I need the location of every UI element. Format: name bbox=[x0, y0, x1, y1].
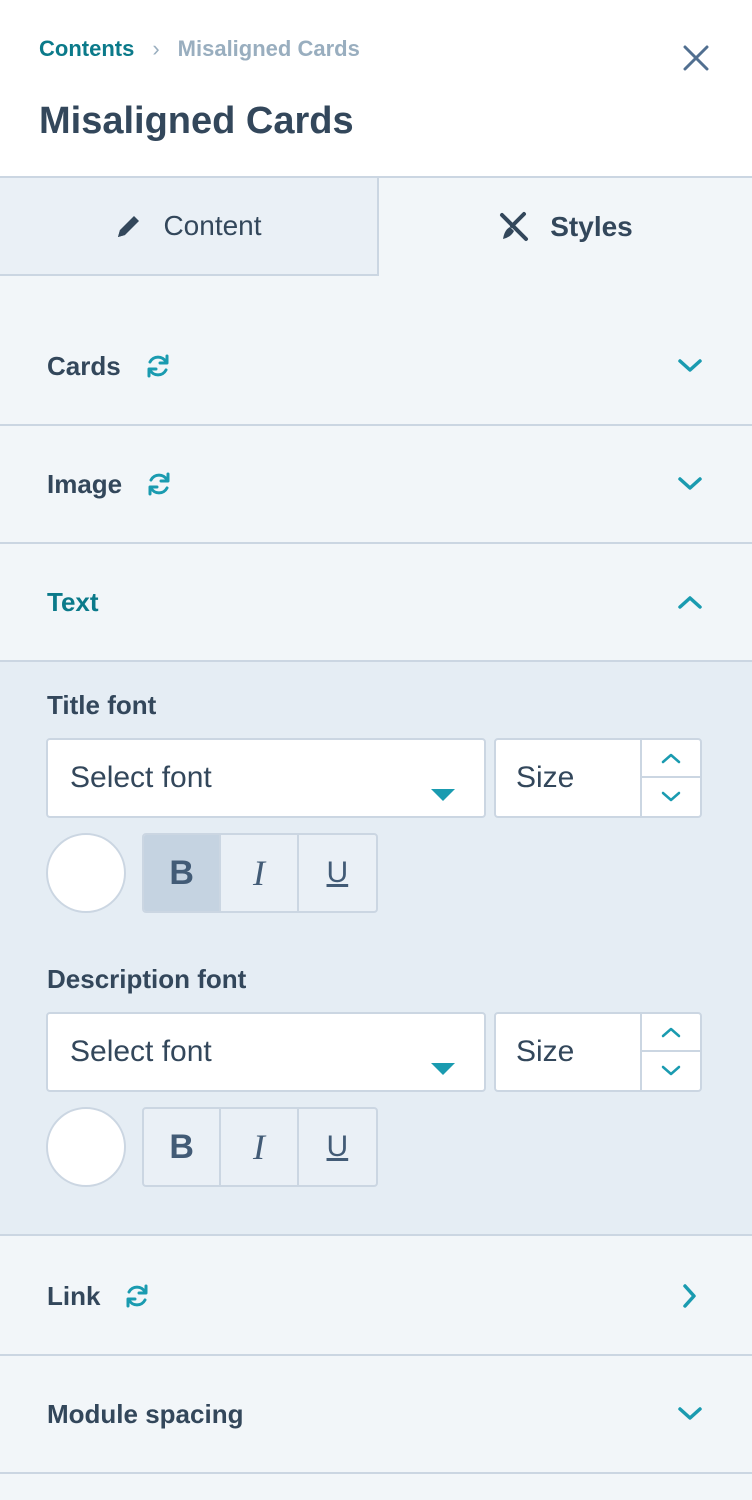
chevron-down-icon bbox=[672, 308, 708, 424]
bold-button[interactable]: B bbox=[144, 1109, 222, 1185]
description-font-select[interactable]: Select font bbox=[46, 1012, 486, 1092]
title-font-size-input[interactable]: Size bbox=[516, 740, 636, 816]
title-font-select-value: Select font bbox=[70, 761, 212, 794]
paint-brush-ruler-icon bbox=[500, 212, 529, 241]
breadcrumb-link-contents[interactable]: Contents bbox=[39, 36, 134, 62]
chevron-down-icon bbox=[661, 791, 681, 802]
sync-icon bbox=[146, 471, 172, 497]
breadcrumb-current: Misaligned Cards bbox=[177, 36, 360, 61]
section-module-spacing-label: Module spacing bbox=[47, 1398, 244, 1429]
chevron-down-icon bbox=[672, 1356, 708, 1472]
section-image-label: Image bbox=[47, 468, 123, 499]
sync-icon bbox=[124, 1283, 150, 1309]
size-increment-button[interactable] bbox=[642, 740, 700, 778]
sync-icon bbox=[145, 353, 171, 379]
tab-content-label: Content bbox=[163, 210, 262, 241]
size-increment-button[interactable] bbox=[642, 1014, 700, 1052]
section-module-spacing[interactable]: Module spacing bbox=[0, 1356, 752, 1474]
size-decrement-button[interactable] bbox=[642, 1052, 700, 1090]
panel-header: Contents › Misaligned Cards Misaligned C… bbox=[0, 0, 752, 178]
chevron-down-icon bbox=[672, 426, 708, 542]
section-cards[interactable]: Cards bbox=[0, 308, 752, 426]
size-decrement-button[interactable] bbox=[642, 778, 700, 816]
chevron-right-icon bbox=[672, 1238, 708, 1354]
section-link[interactable]: Link bbox=[0, 1238, 752, 1356]
description-font-select-value: Select font bbox=[70, 1035, 212, 1068]
close-button[interactable] bbox=[676, 38, 716, 78]
description-font-size-input[interactable]: Size bbox=[516, 1014, 636, 1090]
bold-button[interactable]: B bbox=[144, 835, 222, 911]
pencil-icon bbox=[118, 216, 140, 237]
chevron-up-icon bbox=[672, 544, 708, 660]
breadcrumb-separator: › bbox=[152, 36, 160, 61]
section-cards-label: Cards bbox=[47, 350, 121, 381]
underline-button[interactable]: U bbox=[299, 835, 376, 911]
title-font-format-group: B I U bbox=[142, 833, 378, 913]
chevron-up-icon bbox=[661, 753, 681, 764]
description-font-format-group: B I U bbox=[142, 1107, 378, 1187]
section-link-label: Link bbox=[47, 1280, 101, 1311]
description-font-label: Description font bbox=[47, 964, 247, 994]
page-title: Misaligned Cards bbox=[39, 100, 354, 142]
section-text-label: Text bbox=[47, 586, 99, 617]
caret-down-icon bbox=[430, 1050, 456, 1084]
chevron-up-icon bbox=[661, 1027, 681, 1038]
title-font-size-field: Size bbox=[494, 738, 702, 818]
title-font-select[interactable]: Select font bbox=[46, 738, 486, 818]
close-icon bbox=[683, 45, 709, 71]
tab-styles[interactable]: Styles bbox=[379, 178, 752, 276]
tab-styles-label: Styles bbox=[550, 211, 633, 242]
underline-button[interactable]: U bbox=[299, 1109, 376, 1185]
breadcrumb: Contents › Misaligned Cards bbox=[39, 36, 360, 62]
section-text[interactable]: Text bbox=[0, 544, 752, 662]
section-image[interactable]: Image bbox=[0, 426, 752, 544]
description-font-color-picker[interactable] bbox=[46, 1107, 126, 1187]
italic-button[interactable]: I bbox=[221, 835, 299, 911]
description-font-size-field: Size bbox=[494, 1012, 702, 1092]
chevron-down-icon bbox=[661, 1065, 681, 1076]
title-font-color-picker[interactable] bbox=[46, 833, 126, 913]
tab-bar: Content Styles bbox=[0, 178, 752, 276]
tab-content[interactable]: Content bbox=[0, 178, 379, 276]
caret-down-icon bbox=[430, 776, 456, 810]
text-settings-panel: Title font Select font Size B I U Descri… bbox=[0, 662, 752, 1236]
title-font-label: Title font bbox=[47, 690, 157, 720]
italic-button[interactable]: I bbox=[221, 1109, 299, 1185]
